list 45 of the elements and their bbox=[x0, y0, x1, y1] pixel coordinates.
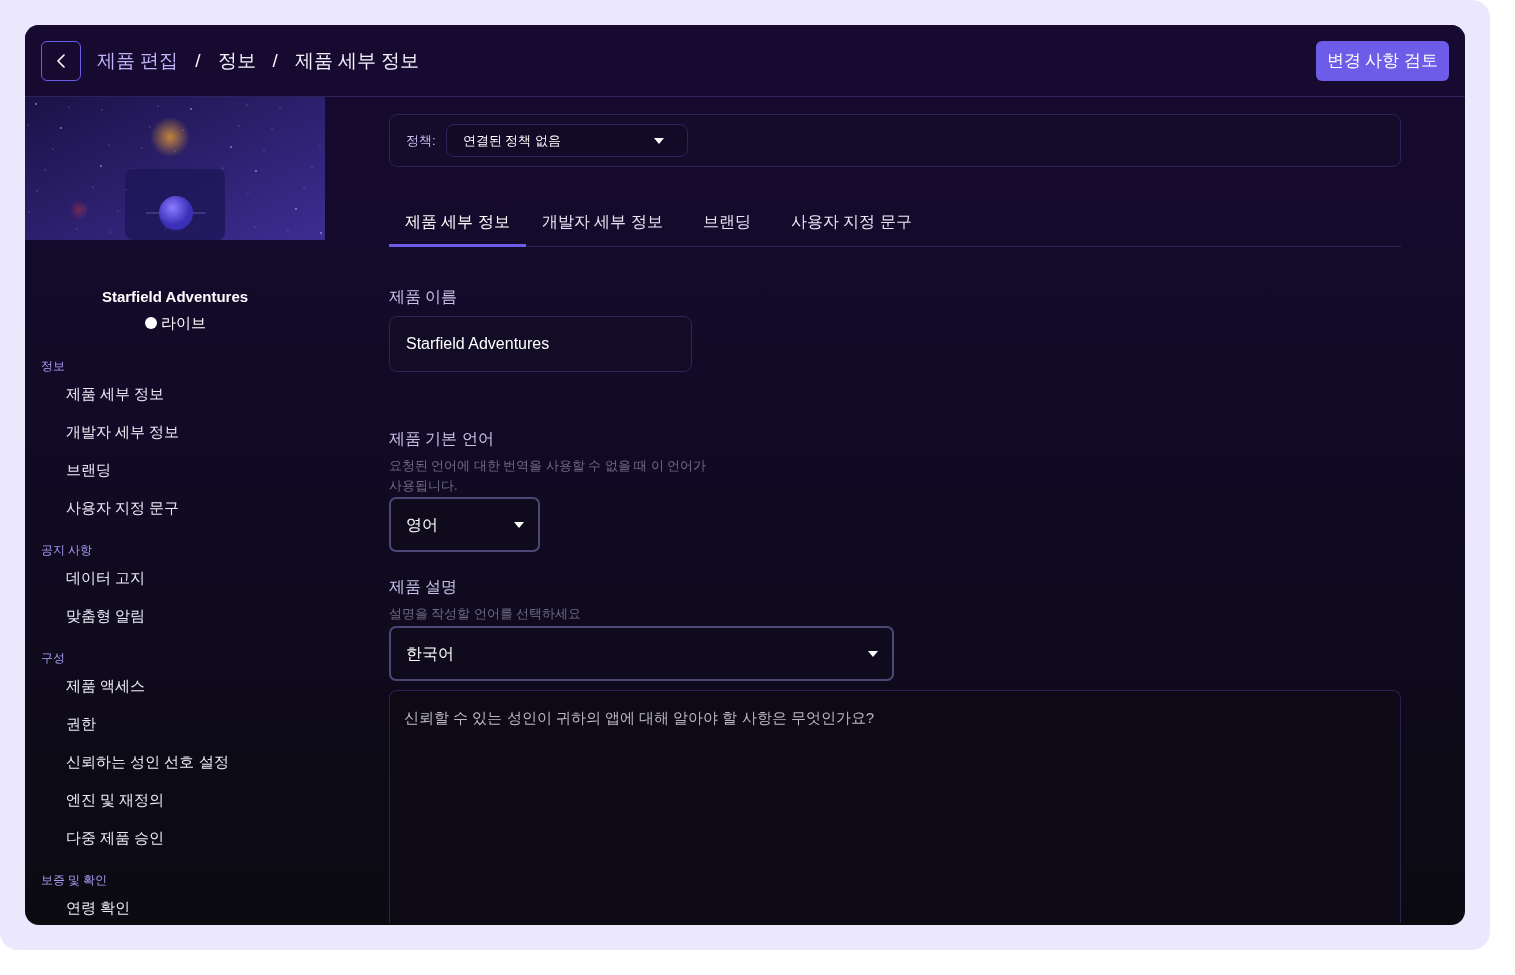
sidebar-section-title: 공지 사항 bbox=[40, 543, 94, 558]
tab[interactable]: 사용자 지정 문구 bbox=[774, 200, 928, 247]
sidebar-item[interactable]: 다중 제품 승인 bbox=[25, 819, 325, 857]
field-label: 제품 기본 언어 bbox=[389, 429, 495, 449]
sidebar-item[interactable]: 제품 액세스 bbox=[25, 667, 325, 705]
breadcrumb-link[interactable]: 제품 편집 bbox=[97, 48, 179, 73]
sidebar-item[interactable]: 신뢰하는 성인 선호 설정 bbox=[25, 743, 325, 781]
text-input[interactable]: Starfield Adventures bbox=[389, 316, 692, 372]
policy-label: 정책: bbox=[406, 131, 436, 150]
sidebar-item[interactable]: 권한 bbox=[25, 705, 325, 743]
tab[interactable]: 제품 세부 정보 bbox=[389, 200, 526, 247]
language-dropdown[interactable]: 한국어 bbox=[389, 626, 894, 681]
sidebar-item[interactable]: 제품 세부 정보 bbox=[25, 375, 325, 413]
back-button[interactable] bbox=[41, 40, 81, 81]
sidebar-item[interactable]: 사용자 지정 문구 bbox=[25, 489, 325, 527]
product-name: Starfield Adventures bbox=[100, 287, 250, 307]
breadcrumb-separator: / bbox=[272, 48, 278, 73]
sidebar-section-title: 정보 bbox=[40, 359, 66, 374]
breadcrumb-separator: / bbox=[195, 48, 201, 73]
sidebar-item[interactable]: 맞춤형 알림 bbox=[25, 597, 325, 635]
review-changes-button[interactable]: 변경 사항 검토 bbox=[1315, 40, 1449, 81]
status-dot-icon bbox=[144, 317, 157, 329]
policy-dropdown[interactable]: 연결된 정책 없음 bbox=[445, 124, 688, 157]
language-dropdown[interactable]: 영어 bbox=[389, 497, 540, 552]
caret-icon bbox=[868, 650, 878, 657]
field-label: 제품 이름 bbox=[389, 287, 459, 307]
sidebar-item[interactable]: 데이터 고지 bbox=[25, 559, 325, 597]
sidebar-item[interactable]: 개발자 세부 정보 bbox=[25, 413, 325, 451]
sidebar-item[interactable]: 연령 확인 bbox=[25, 889, 325, 925]
sidebar-item[interactable]: 브랜딩 bbox=[25, 451, 325, 489]
field-label: 제품 설명 bbox=[389, 577, 459, 597]
breadcrumb-item: 정보 bbox=[217, 48, 256, 73]
tab[interactable]: 브랜딩 bbox=[686, 200, 767, 247]
chevron-left-icon bbox=[57, 53, 65, 68]
description-textarea[interactable]: 신뢰할 수 있는 성인이 귀하의 앱에 대해 알아야 할 사항은 무엇인가요? bbox=[389, 690, 1401, 923]
sidebar-section-title: 보증 및 확인 bbox=[40, 873, 109, 888]
status-label: 라이브 bbox=[160, 313, 206, 333]
caret-icon bbox=[653, 137, 664, 144]
tab[interactable]: 개발자 세부 정보 bbox=[525, 200, 679, 247]
field-help-text: 설명을 작성할 언어를 선택하세요 bbox=[389, 606, 583, 623]
breadcrumb-item: 제품 세부 정보 bbox=[294, 48, 420, 73]
field-help-text: 요청된 언어에 대한 번역을 사용할 수 없을 때 이 언어가 사용됩니다. bbox=[389, 458, 708, 495]
sidebar-item[interactable]: 엔진 및 재정의 bbox=[25, 781, 325, 819]
sidebar-section-title: 구성 bbox=[40, 651, 66, 666]
caret-icon bbox=[514, 521, 524, 528]
